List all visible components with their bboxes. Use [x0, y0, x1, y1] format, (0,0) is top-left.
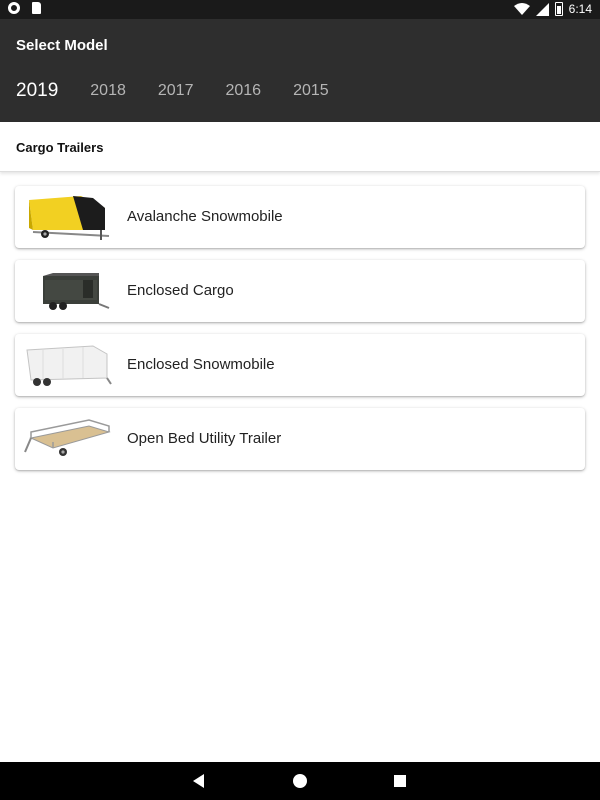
status-left-icons — [8, 2, 41, 14]
wifi-icon — [513, 2, 530, 15]
sd-card-icon — [32, 2, 41, 14]
white-enclosed-trailer-image — [26, 345, 112, 386]
app-bar: Select Model 2019 2018 2017 2016 2015 — [0, 19, 600, 122]
status-time: 6:14 — [568, 2, 592, 16]
tab-year-2017[interactable]: 2017 — [142, 79, 210, 119]
section-title: Cargo Trailers — [16, 140, 104, 155]
model-card-avalanche-snowmobile[interactable]: Avalanche Snowmobile — [15, 186, 585, 248]
yellow-black-trailer-image — [29, 196, 110, 240]
record-icon — [8, 2, 20, 14]
home-icon[interactable] — [293, 774, 307, 788]
model-list: Avalanche Snowmobile Enclosed Cargo Encl… — [15, 186, 585, 482]
model-label: Enclosed Snowmobile — [127, 356, 275, 373]
tab-year-2018[interactable]: 2018 — [74, 79, 142, 119]
model-label: Avalanche Snowmobile — [127, 208, 283, 225]
model-label: Open Bed Utility Trailer — [127, 430, 282, 447]
page-title: Select Model — [16, 37, 108, 54]
model-label: Enclosed Cargo — [127, 282, 234, 299]
status-right-icons: 6:14 — [513, 2, 592, 16]
tab-year-2019[interactable]: 2019 — [0, 79, 74, 119]
section-header: Cargo Trailers — [0, 122, 600, 172]
battery-icon — [554, 2, 563, 16]
signal-icon — [535, 2, 549, 16]
status-bar: 6:14 — [0, 0, 600, 19]
back-icon[interactable] — [193, 774, 204, 788]
dark-enclosed-trailer-image — [43, 273, 110, 310]
year-tabs: 2019 2018 2017 2016 2015 — [0, 79, 345, 119]
recents-icon[interactable] — [394, 775, 406, 787]
tab-year-2016[interactable]: 2016 — [209, 79, 277, 119]
open-bed-trailer-image — [24, 419, 111, 456]
model-card-enclosed-cargo[interactable]: Enclosed Cargo — [15, 260, 585, 322]
tab-year-2015[interactable]: 2015 — [277, 79, 345, 119]
model-card-enclosed-snowmobile[interactable]: Enclosed Snowmobile — [15, 334, 585, 396]
model-card-open-bed-utility-trailer[interactable]: Open Bed Utility Trailer — [15, 408, 585, 470]
nav-bar — [0, 762, 600, 800]
